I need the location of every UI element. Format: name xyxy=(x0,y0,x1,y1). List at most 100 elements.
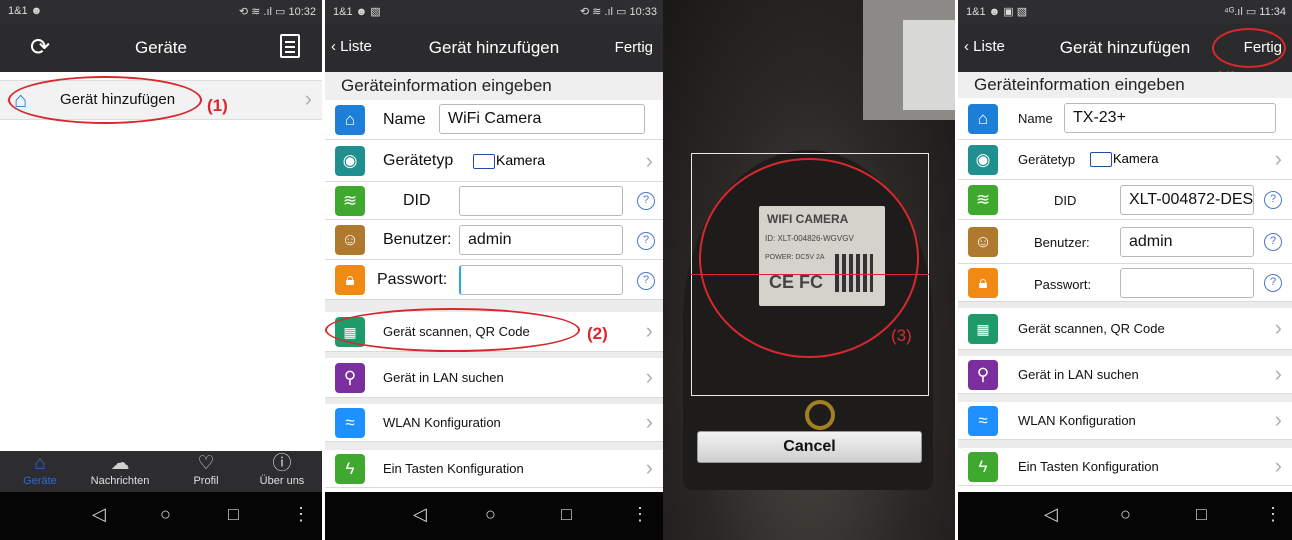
lan-search-row[interactable]: ⚲ Gerät in LAN suchen › xyxy=(325,358,663,398)
lan-search-row[interactable]: ⚲ Gerät in LAN suchen › xyxy=(958,356,1292,394)
type-value: Kamera xyxy=(473,152,545,169)
lens-ring xyxy=(805,400,835,430)
layers-icon: ≋ xyxy=(335,186,365,216)
camera-icon: ◉ xyxy=(335,146,365,176)
did-field[interactable] xyxy=(459,186,623,216)
help-icon[interactable]: ? xyxy=(1264,191,1282,209)
password-field[interactable] xyxy=(1120,268,1254,298)
recent-apps-icon[interactable]: □ xyxy=(228,504,239,525)
search-icon: ⚲ xyxy=(968,360,998,390)
tab-devices[interactable]: ⌂ Geräte xyxy=(0,451,80,487)
chevron-right-icon: › xyxy=(645,148,653,173)
name-field[interactable]: WiFi Camera xyxy=(439,104,645,134)
name-field[interactable]: TX-23+ xyxy=(1064,103,1276,133)
status-right: ⟲ ≋ .ıl ▭ 10:33 xyxy=(579,6,657,18)
info-icon: ⓘ xyxy=(272,453,292,474)
lock-icon: 🔒︎ xyxy=(968,268,998,298)
name-label: Name xyxy=(1018,111,1053,126)
content-area: ⌂ Gerät hinzufügen › (1) xyxy=(0,72,322,452)
annotation-2: (2) xyxy=(587,324,608,343)
user-icon: ☺ xyxy=(968,227,998,257)
status-right: ⁴ᴳ.ıl ▭ 11:34 xyxy=(1224,6,1286,18)
annotation-1: (1) xyxy=(207,96,228,115)
chevron-right-icon: › xyxy=(304,86,312,111)
back-icon[interactable]: ◁ xyxy=(413,504,427,525)
home-button-icon[interactable]: ○ xyxy=(1120,504,1131,525)
nav-bar: ‹ Liste Gerät hinzufügen Fertig xyxy=(958,24,1292,72)
status-bar: 1&1 ☻ ⟲ ≋ .ıl ▭ 10:32 xyxy=(0,0,322,24)
recent-apps-icon[interactable]: □ xyxy=(1196,504,1207,525)
nav-bar: ⟳ Geräte xyxy=(0,24,322,72)
user-field[interactable]: admin xyxy=(1120,227,1254,257)
done-button[interactable]: Fertig xyxy=(1244,39,1282,56)
user-label: Benutzer: xyxy=(383,231,452,248)
user-icon: ☺ xyxy=(335,225,365,255)
chevron-right-icon: › xyxy=(645,318,653,343)
home-icon: ⌂ xyxy=(335,105,365,135)
menu-dots-icon[interactable]: ⋮ xyxy=(631,504,649,525)
system-nav-bar: ◁ ○ □ ⋮ xyxy=(0,492,322,540)
wlan-label: WLAN Konfiguration xyxy=(383,415,501,430)
chevron-right-icon: › xyxy=(1274,453,1282,478)
name-label: Name xyxy=(383,111,426,128)
did-label: DID xyxy=(1054,193,1077,208)
lan-label: Gerät in LAN suchen xyxy=(1018,367,1139,382)
user-row: ☺ Benutzer: admin ? xyxy=(958,220,1292,264)
tab-messages[interactable]: ☁ Nachrichten xyxy=(80,451,160,487)
type-row[interactable]: ◉ Gerätetyp Kamera › xyxy=(958,140,1292,180)
home-button-icon[interactable]: ○ xyxy=(160,504,171,525)
name-row: ⌂ Name WiFi Camera xyxy=(325,100,663,140)
tab-profile[interactable]: ♡ Profil xyxy=(166,451,246,487)
chevron-right-icon: › xyxy=(645,455,653,480)
wlan-config-row[interactable]: ≈ WLAN Konfiguration › xyxy=(325,404,663,442)
password-label: Passwort: xyxy=(377,271,448,288)
help-icon[interactable]: ? xyxy=(637,232,655,250)
scan-qr-row[interactable]: ▦ Gerät scannen, QR Code › xyxy=(958,308,1292,350)
home-button-icon[interactable]: ○ xyxy=(485,504,496,525)
divider xyxy=(958,440,1292,448)
menu-dots-icon[interactable]: ⋮ xyxy=(1264,504,1282,525)
status-left: 1&1 ☻ ▣ ▧ xyxy=(966,6,1028,18)
menu-dots-icon[interactable]: ⋮ xyxy=(292,504,310,525)
one-key-config-row[interactable]: ϟ Ein Tasten Konfiguration › xyxy=(958,448,1292,486)
help-icon[interactable]: ? xyxy=(637,272,655,290)
help-icon[interactable]: ? xyxy=(1264,274,1282,292)
did-field[interactable]: XLT-004872-DES xyxy=(1120,185,1254,215)
tab-about[interactable]: ⓘ Über uns xyxy=(242,451,322,487)
password-field[interactable] xyxy=(459,265,623,295)
back-icon[interactable]: ◁ xyxy=(92,504,106,525)
tab-label: Profil xyxy=(193,475,219,487)
cancel-button[interactable]: Cancel xyxy=(697,431,922,463)
wlan-config-row[interactable]: ≈ WLAN Konfiguration › xyxy=(958,402,1292,440)
chevron-right-icon: › xyxy=(645,409,653,434)
home-icon: ⌂ xyxy=(968,104,998,134)
scan-qr-row[interactable]: ▦ Gerät scannen, QR Code › xyxy=(325,312,663,352)
help-icon[interactable]: ? xyxy=(637,192,655,210)
recent-apps-icon[interactable]: □ xyxy=(561,504,572,525)
camera-outline-icon xyxy=(473,153,495,169)
wlan-label: WLAN Konfiguration xyxy=(1018,413,1136,428)
home-plus-icon: ⌂ xyxy=(14,87,28,112)
scan-label: Gerät scannen, QR Code xyxy=(1018,321,1165,336)
user-field[interactable]: admin xyxy=(459,225,623,255)
qr-code-icon: ▦ xyxy=(968,314,998,344)
list-icon[interactable] xyxy=(280,34,300,58)
add-device-row[interactable]: ⌂ Gerät hinzufügen › xyxy=(0,80,322,120)
status-left: 1&1 ☻ ▧ xyxy=(333,6,381,18)
one-key-config-row[interactable]: ϟ Ein Tasten Konfiguration › xyxy=(325,450,663,488)
help-icon[interactable]: ? xyxy=(1264,233,1282,251)
section-title: Geräteinformation eingeben xyxy=(958,72,1292,98)
lightning-icon: ϟ xyxy=(335,454,365,484)
done-button[interactable]: Fertig xyxy=(615,39,653,56)
divider xyxy=(958,394,1292,402)
did-row: ≋ DID XLT-004872-DES ? xyxy=(958,180,1292,220)
status-bar: 1&1 ☻ ▣ ▧ ⁴ᴳ.ıl ▭ 11:34 xyxy=(958,0,1292,24)
did-row: ≋ DID ? xyxy=(325,182,663,220)
back-icon[interactable]: ◁ xyxy=(1044,504,1058,525)
wifi-icon: ≈ xyxy=(968,406,998,436)
cloud-icon: ☁ xyxy=(110,453,130,474)
type-row[interactable]: ◉ Gerätetyp Kamera › xyxy=(325,140,663,182)
status-left: 1&1 ☻ xyxy=(8,5,43,17)
tab-label: Über uns xyxy=(259,475,305,487)
home-icon: ⌂ xyxy=(34,453,46,474)
